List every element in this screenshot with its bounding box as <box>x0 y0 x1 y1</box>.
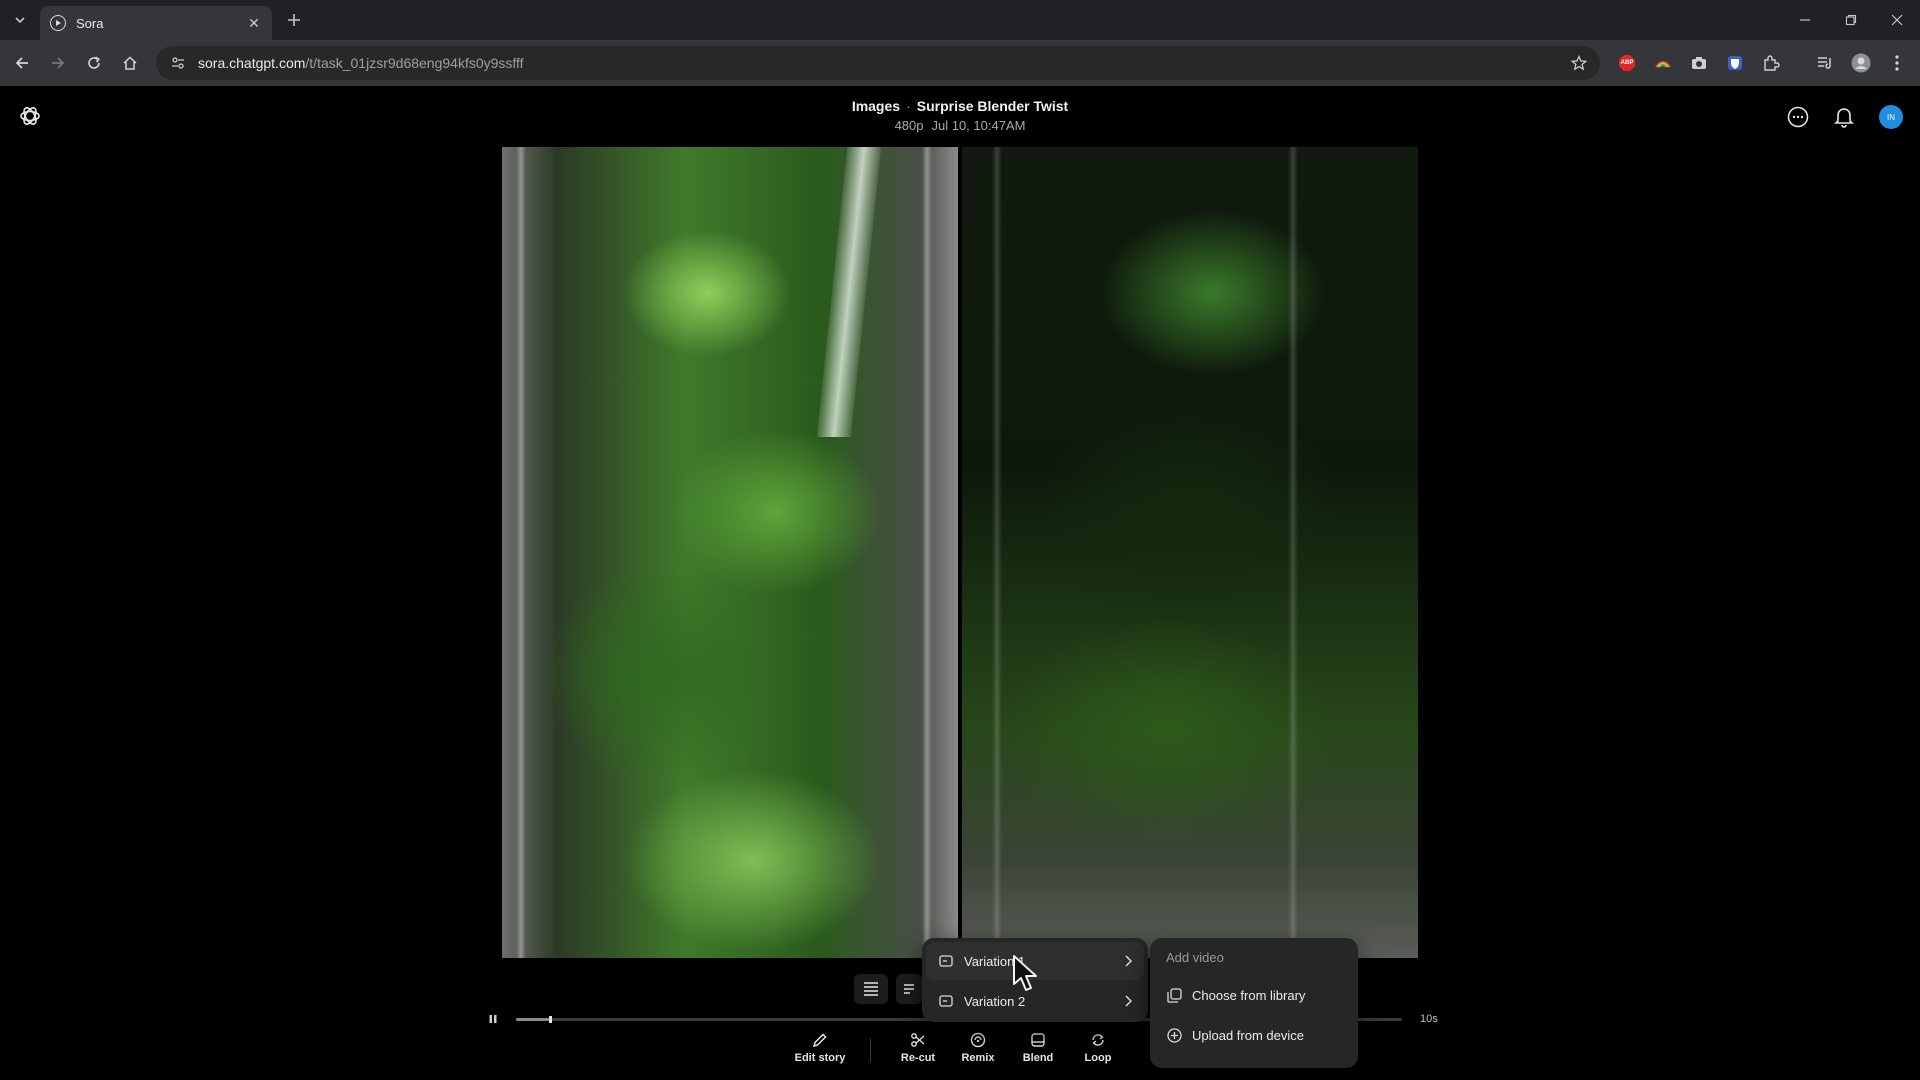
action-label: Blend <box>1022 1052 1054 1064</box>
notifications-button[interactable] <box>1832 105 1856 129</box>
timeline-progress <box>516 1018 549 1021</box>
reload-icon <box>88 56 100 69</box>
breadcrumb-section[interactable]: Images <box>852 98 900 114</box>
extensions-puzzle-icon[interactable] <box>1760 52 1782 74</box>
glass-highlight <box>992 147 1002 958</box>
list-icon <box>904 984 914 994</box>
rainbow-extension-icon[interactable] <box>1652 52 1674 74</box>
chevron-down-icon <box>15 17 25 24</box>
profile-avatar-icon[interactable] <box>1850 52 1872 74</box>
align-lines-icon <box>864 982 878 996</box>
menu-item-label: Variation 2 <box>964 993 1026 1009</box>
image-frame-icon <box>938 953 954 969</box>
close-icon <box>1891 14 1903 26</box>
bitwarden-extension-icon[interactable] <box>1724 52 1746 74</box>
openai-logo-icon[interactable] <box>18 104 42 128</box>
blend-icon <box>1031 1033 1045 1047</box>
video-header: Images · Surprise Blender Twist 480p Jul 10… <box>760 98 1160 133</box>
browser-menu-icon[interactable] <box>1886 52 1908 74</box>
timeline-handle[interactable] <box>548 1016 552 1023</box>
action-label: Loop <box>1084 1052 1112 1064</box>
edit-story-button[interactable]: Edit story <box>790 1030 850 1064</box>
list-view-button[interactable] <box>896 974 922 1004</box>
more-horizontal-icon <box>1787 106 1809 128</box>
minimize-button[interactable] <box>1790 6 1820 34</box>
address-bar[interactable]: sora.chatgpt.com/t/task_01jzsr9d68eng94k… <box>156 46 1600 80</box>
tab-search-button[interactable] <box>8 8 32 32</box>
browser-tab-sora[interactable]: Sora ✕ <box>40 6 272 40</box>
video-title: Surprise Blender Twist <box>916 98 1069 114</box>
video-resolution: 480p <box>894 118 924 133</box>
video-variation-right[interactable] <box>962 147 1418 958</box>
video-variation-left[interactable] <box>502 147 958 958</box>
remix-button[interactable]: Remix <box>948 1030 1008 1064</box>
loop-button[interactable]: Loop <box>1068 1030 1128 1064</box>
menu-item-label: Upload from device <box>1192 1027 1304 1043</box>
reload-button[interactable] <box>82 51 106 75</box>
action-divider <box>870 1038 871 1062</box>
arrow-left-icon <box>15 57 28 69</box>
pause-icon <box>489 1015 497 1023</box>
url-text: sora.chatgpt.com/t/task_01jzsr9d68eng94k… <box>198 55 524 71</box>
bookmark-star-icon[interactable] <box>1570 54 1588 72</box>
video-timestamp: Jul 10, 10:47AM <box>931 118 1026 133</box>
library-icon <box>1166 987 1182 1003</box>
adblock-extension-icon[interactable]: ABP <box>1616 52 1638 74</box>
minimize-icon <box>1800 19 1810 21</box>
chevron-right-icon <box>1122 954 1134 968</box>
image-frame-icon <box>938 993 954 1009</box>
blend-button[interactable]: Blend <box>1008 1030 1068 1064</box>
forward-button[interactable] <box>46 51 70 75</box>
storyboard-view-button[interactable] <box>854 974 888 1004</box>
glass-highlight <box>922 147 932 958</box>
user-avatar[interactable]: IN <box>1879 105 1903 129</box>
media-control-icon[interactable] <box>1814 52 1836 74</box>
action-label: Edit story <box>794 1052 846 1064</box>
glass-highlight <box>1288 147 1298 958</box>
menu-item-upload-from-device[interactable]: Upload from device <box>1154 1015 1354 1055</box>
restore-icon <box>1845 14 1857 26</box>
mouse-pointer-icon <box>1012 954 1040 994</box>
action-label: Re-cut <box>900 1052 936 1064</box>
browser-tab-bar: Sora ✕ <box>0 0 1920 40</box>
url-path: /t/task_01jzsr9d68eng94kfs0y9ssfff <box>305 55 524 71</box>
home-button[interactable] <box>118 51 142 75</box>
plus-circle-icon <box>1166 1027 1182 1043</box>
close-window-button[interactable] <box>1882 6 1912 34</box>
video-duration: 10s <box>1420 1013 1438 1025</box>
add-video-submenu: Add video Choose from library Upload fro… <box>1150 938 1358 1068</box>
chevron-right-icon <box>1122 994 1134 1008</box>
bell-icon <box>1834 108 1854 128</box>
camera-extension-icon[interactable] <box>1688 52 1710 74</box>
url-host: sora.chatgpt.com <box>198 55 306 71</box>
arrow-right-icon <box>52 57 65 69</box>
breadcrumb-separator: · <box>906 98 911 114</box>
site-info-icon[interactable] <box>170 55 186 71</box>
scissors-icon <box>911 1033 925 1047</box>
home-icon <box>123 56 137 70</box>
action-label: Remix <box>961 1052 995 1064</box>
tab-title: Sora <box>76 15 104 31</box>
tab-close-icon[interactable]: ✕ <box>246 15 262 31</box>
remix-icon <box>970 1032 986 1048</box>
glass-highlight <box>516 147 526 958</box>
browser-toolbar: sora.chatgpt.com/t/task_01jzsr9d68eng94k… <box>0 40 1920 86</box>
back-button[interactable] <box>10 51 34 75</box>
loop-icon <box>1092 1034 1104 1046</box>
restore-button[interactable] <box>1836 6 1866 34</box>
new-tab-button[interactable] <box>282 8 306 32</box>
plus-icon <box>288 14 300 26</box>
menu-item-label: Choose from library <box>1192 987 1306 1003</box>
pause-button[interactable] <box>486 1012 500 1026</box>
video-meta: 480p Jul 10, 10:47AM <box>760 118 1160 133</box>
more-options-button[interactable] <box>1786 105 1810 129</box>
re-cut-button[interactable]: Re-cut <box>888 1030 948 1064</box>
water-stream <box>816 147 882 437</box>
menu-item-choose-from-library[interactable]: Choose from library <box>1154 975 1354 1015</box>
submenu-header: Add video <box>1166 950 1224 965</box>
header-title-line: Images · Surprise Blender Twist <box>760 98 1160 114</box>
pencil-icon <box>812 1033 827 1048</box>
sora-favicon-icon <box>50 15 66 31</box>
adblock-label: ABP <box>1620 60 1634 66</box>
